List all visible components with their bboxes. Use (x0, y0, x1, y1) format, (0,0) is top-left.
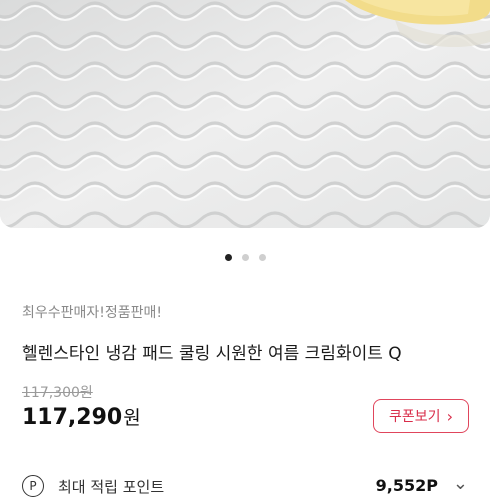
points-value: 9,552P (375, 476, 438, 495)
points-icon: P (22, 475, 44, 497)
carousel-dot[interactable] (241, 254, 249, 261)
quilted-pad-photo (0, 0, 490, 228)
product-image[interactable] (0, 0, 490, 228)
max-points-row[interactable]: P 최대 적립 포인트 9,552P ⌄ (22, 473, 468, 503)
coupon-button-label: 쿠폰보기 (389, 409, 441, 425)
sale-price-amount: 117,290 (22, 405, 123, 430)
sale-price: 117,290원 (22, 403, 141, 430)
carousel-dot[interactable] (258, 254, 266, 261)
coupon-button[interactable]: 쿠폰보기 › (373, 399, 469, 433)
points-label: 최대 적립 포인트 (58, 478, 165, 496)
carousel-dot[interactable] (224, 254, 232, 261)
carousel-indicator[interactable] (0, 254, 490, 261)
seller-badge: 최우수판매자!정품판매! (22, 305, 163, 321)
currency-unit: 원 (123, 407, 141, 429)
product-title: 헬렌스타인 냉감 패드 쿨링 시원한 여름 크림화이트 Q (22, 344, 402, 364)
original-price: 117,300원 (22, 385, 93, 401)
chevron-down-icon: ⌄ (452, 473, 468, 494)
chevron-right-icon: › (446, 406, 453, 426)
